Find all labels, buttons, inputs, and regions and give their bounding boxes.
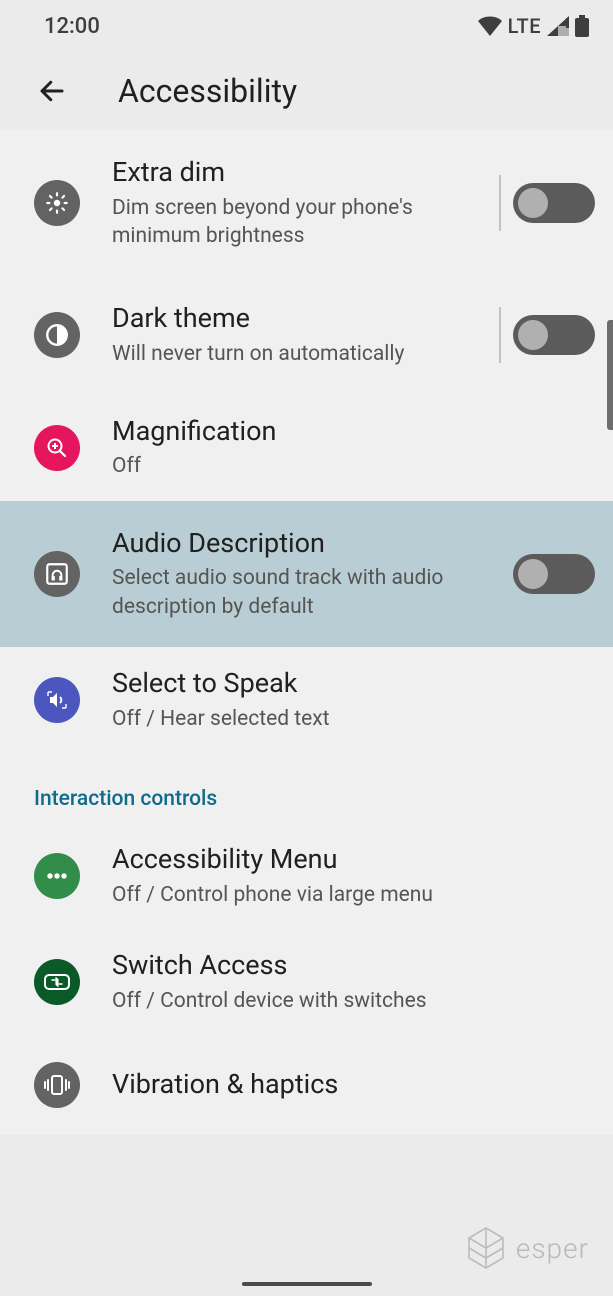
scrollbar[interactable] bbox=[607, 320, 613, 430]
row-subtitle: Off / Control phone via large menu bbox=[112, 881, 583, 909]
settings-list: Extra dim Dim screen beyond your phone's… bbox=[0, 130, 613, 1135]
row-switch-access[interactable]: Switch Access Off / Control device with … bbox=[0, 929, 613, 1035]
back-button[interactable] bbox=[28, 67, 76, 115]
audio-description-icon bbox=[34, 551, 80, 597]
speaker-icon bbox=[45, 688, 69, 712]
dark-theme-icon bbox=[34, 312, 80, 358]
status-bar: 12:00 LTE bbox=[0, 0, 613, 52]
vibration-icon bbox=[43, 1074, 71, 1096]
extra-dim-icon bbox=[34, 180, 80, 226]
cellular-signal-icon bbox=[547, 16, 569, 36]
battery-icon bbox=[575, 15, 589, 37]
brightness-low-icon bbox=[44, 190, 70, 216]
dark-theme-toggle[interactable] bbox=[513, 315, 595, 355]
row-title: Accessibility Menu bbox=[112, 843, 583, 877]
row-title: Select to Speak bbox=[112, 667, 583, 701]
row-extra-dim[interactable]: Extra dim Dim screen beyond your phone's… bbox=[0, 130, 613, 276]
headphones-icon bbox=[44, 561, 70, 587]
switch-icon bbox=[44, 972, 70, 992]
section-header-interaction: Interaction controls bbox=[0, 753, 613, 823]
row-accessibility-menu[interactable]: Accessibility Menu Off / Control phone v… bbox=[0, 823, 613, 929]
app-bar: Accessibility bbox=[0, 52, 613, 130]
select-to-speak-icon bbox=[34, 677, 80, 723]
gesture-nav-bar[interactable] bbox=[242, 1282, 372, 1286]
audio-description-toggle[interactable] bbox=[513, 554, 595, 594]
switch-access-icon bbox=[34, 959, 80, 1005]
row-magnification[interactable]: Magnification Off bbox=[0, 395, 613, 501]
wifi-icon bbox=[478, 16, 502, 36]
row-title: Dark theme bbox=[112, 302, 483, 336]
watermark-text: esper bbox=[516, 1232, 589, 1265]
row-title: Switch Access bbox=[112, 949, 583, 983]
row-title: Extra dim bbox=[112, 156, 483, 190]
row-audio-description[interactable]: Audio Description Select audio sound tra… bbox=[0, 501, 613, 647]
row-title: Vibration & haptics bbox=[112, 1068, 583, 1102]
row-subtitle: Off bbox=[112, 452, 583, 480]
more-horizontal-icon bbox=[46, 872, 68, 880]
row-subtitle: Select audio sound track with audio desc… bbox=[112, 564, 501, 621]
esper-logo-icon bbox=[466, 1226, 506, 1270]
row-subtitle: Off / Hear selected text bbox=[112, 705, 583, 733]
row-subtitle: Dim screen beyond your phone's minimum b… bbox=[112, 194, 483, 251]
row-subtitle: Will never turn on automatically bbox=[112, 340, 483, 368]
row-select-to-speak[interactable]: Select to Speak Off / Hear selected text bbox=[0, 647, 613, 753]
esper-watermark: esper bbox=[466, 1226, 589, 1270]
network-type-label: LTE bbox=[508, 14, 541, 38]
page-title: Accessibility bbox=[118, 72, 297, 110]
row-title: Magnification bbox=[112, 415, 583, 449]
row-vibration-haptics[interactable]: Vibration & haptics bbox=[0, 1035, 613, 1135]
extra-dim-toggle[interactable] bbox=[513, 183, 595, 223]
status-time: 12:00 bbox=[44, 14, 100, 39]
arrow-left-icon bbox=[37, 76, 67, 106]
row-subtitle: Off / Control device with switches bbox=[112, 987, 583, 1015]
toggle-divider bbox=[499, 307, 501, 363]
zoom-in-icon bbox=[45, 436, 69, 460]
accessibility-menu-icon bbox=[34, 853, 80, 899]
toggle-divider bbox=[499, 175, 501, 231]
contrast-icon bbox=[44, 322, 70, 348]
magnification-icon bbox=[34, 425, 80, 471]
row-dark-theme[interactable]: Dark theme Will never turn on automatica… bbox=[0, 276, 613, 394]
vibration-icon bbox=[34, 1062, 80, 1108]
status-icons: LTE bbox=[478, 14, 589, 38]
row-title: Audio Description bbox=[112, 527, 501, 561]
